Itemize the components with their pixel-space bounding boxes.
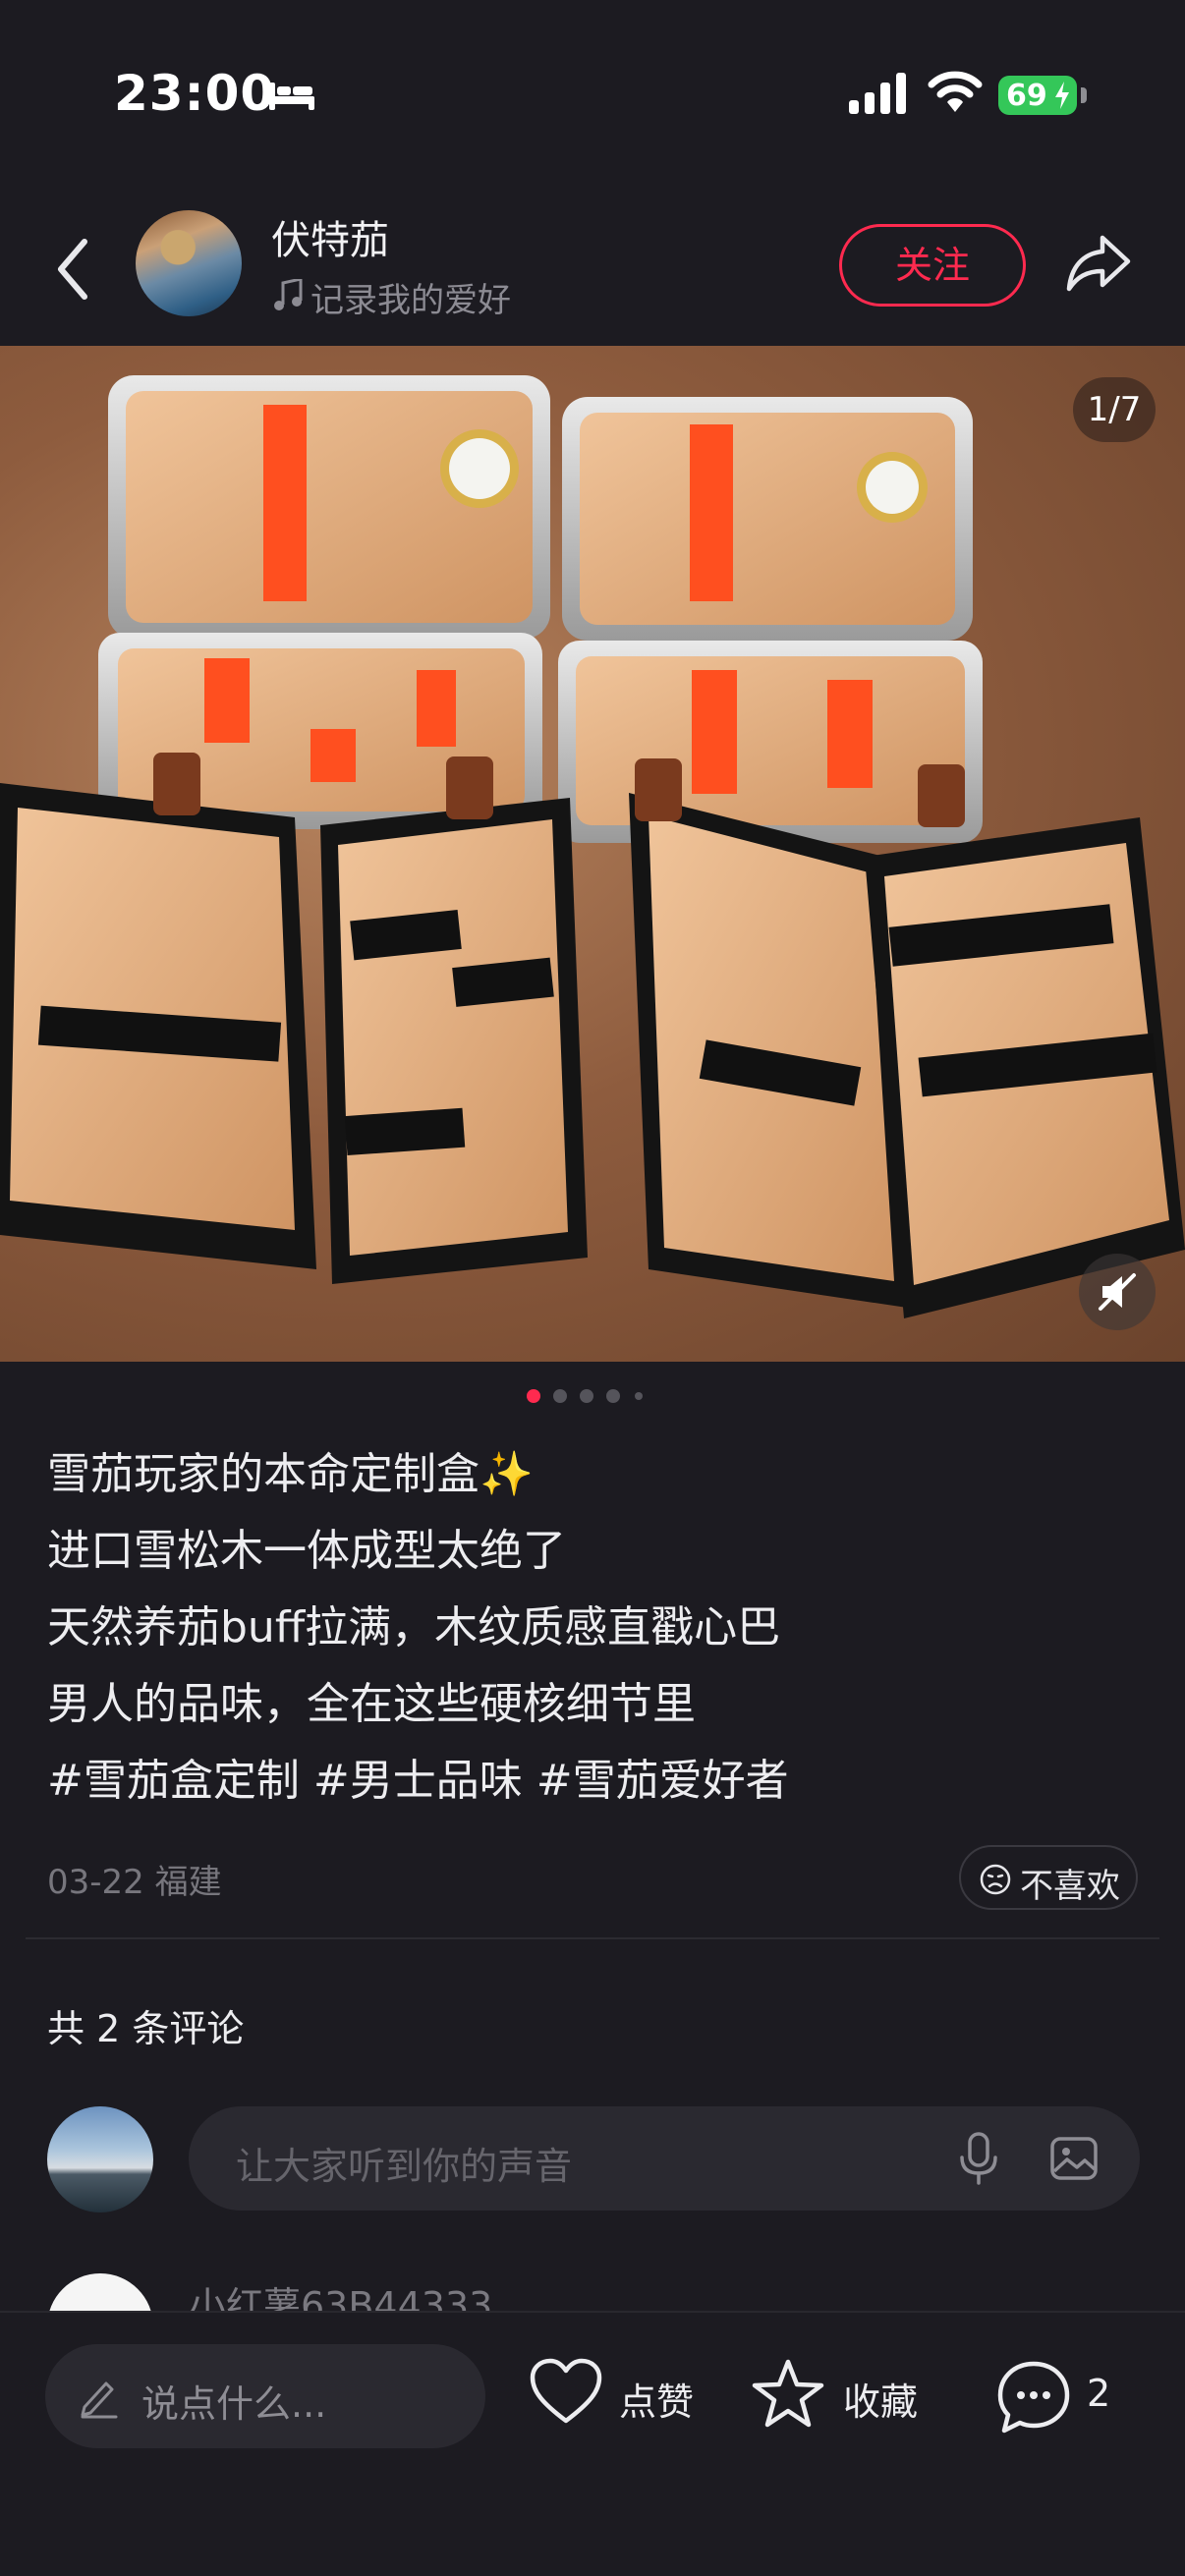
- caption-line: 雪茄玩家的本命定制盒✨: [47, 1449, 534, 1499]
- pencil-icon: [81, 2381, 118, 2419]
- like-label: 点赞: [619, 2380, 695, 2424]
- comment-count: 2: [1087, 2372, 1111, 2415]
- back-icon[interactable]: [51, 234, 94, 305]
- bottom-action-bar: 说点什么... 点赞 收藏 2: [0, 2311, 1185, 2576]
- mute-icon: [1099, 1273, 1136, 1311]
- share-icon[interactable]: [1063, 232, 1134, 295]
- note-header: 伏特茄 记录我的爱好 关注: [0, 196, 1185, 344]
- status-bar: 23:00 69: [0, 0, 1185, 187]
- wifi-icon: [928, 71, 983, 112]
- cigar-case-photo: [0, 375, 1185, 1318]
- caption-line: 男人的品味，全在这些硬核细节里: [47, 1679, 696, 1729]
- carousel-dot-active: [527, 1389, 540, 1403]
- signal-icon: [849, 73, 906, 114]
- music-icon: [274, 279, 303, 310]
- image-carousel[interactable]: 1/7: [0, 346, 1185, 1362]
- comment-button[interactable]: 2: [994, 2358, 1142, 2436]
- caption-line: 进口雪松木一体成型太绝了: [47, 1526, 566, 1576]
- author-name[interactable]: 伏特茄: [271, 208, 389, 265]
- carousel-dots: [521, 1389, 668, 1409]
- dislike-icon: [980, 1864, 1011, 1895]
- user-avatar: [47, 2106, 153, 2212]
- sleep-icon: [269, 83, 314, 110]
- post-date-location: 03-22 福建: [47, 1863, 222, 1902]
- battery-cap: [1081, 87, 1087, 103]
- charging-bolt-icon: [1055, 82, 1069, 109]
- carousel-dot: [553, 1389, 567, 1403]
- like-button[interactable]: 点赞: [529, 2358, 705, 2436]
- hashtag-link[interactable]: #男士品味: [313, 1756, 523, 1806]
- dislike-button[interactable]: 不喜欢: [959, 1845, 1138, 1910]
- collect-label: 收藏: [843, 2380, 919, 2424]
- author-signature: 记录我的爱好: [310, 281, 511, 320]
- comment-icon: [997, 2361, 1070, 2434]
- note-caption: 雪茄玩家的本命定制盒✨ 进口雪松木一体成型太绝了 天然养茄buff拉满，木纹质感…: [47, 1436, 1138, 1820]
- caption-line: 天然养茄buff拉满，木纹质感直戳心巴: [47, 1602, 781, 1652]
- mic-icon[interactable]: [957, 2132, 1000, 2185]
- comment-input[interactable]: 让大家听到你的声音: [189, 2106, 1140, 2211]
- carousel-dot: [580, 1389, 593, 1403]
- comment-count-label: 共 2 条评论: [47, 2007, 245, 2050]
- image-page-counter: 1/7: [1073, 377, 1156, 442]
- battery-indicator: 69: [998, 76, 1077, 115]
- dislike-label: 不喜欢: [1020, 1867, 1120, 1906]
- hashtag-line: #雪茄盒定制 #男士品味 #雪茄爱好者: [47, 1743, 1138, 1820]
- hashtag-link[interactable]: #雪茄盒定制: [47, 1756, 300, 1806]
- comment-input-placeholder: 让大家听到你的声音: [236, 2145, 573, 2188]
- mute-button[interactable]: [1079, 1254, 1156, 1330]
- section-divider: [26, 1937, 1159, 1939]
- carousel-dot: [606, 1389, 620, 1403]
- say-something-placeholder: 说点什么...: [141, 2382, 327, 2426]
- status-time: 23:00: [114, 65, 276, 122]
- say-something-input[interactable]: 说点什么...: [45, 2344, 485, 2448]
- follow-button[interactable]: 关注: [839, 224, 1026, 307]
- star-icon: [752, 2359, 824, 2428]
- battery-level: 69: [1006, 79, 1047, 113]
- carousel-dot-small: [635, 1392, 643, 1400]
- hashtag-link[interactable]: #雪茄爱好者: [536, 1756, 789, 1806]
- image-icon[interactable]: [1049, 2134, 1099, 2183]
- heart-icon: [530, 2358, 602, 2424]
- author-avatar[interactable]: [136, 210, 242, 316]
- note-detail-page: 23:00 69 伏特茄 记录我的爱好 关注 1/7 雪茄玩家的本命定制盒✨ 进…: [0, 0, 1185, 2576]
- collect-button[interactable]: 收藏: [751, 2358, 928, 2436]
